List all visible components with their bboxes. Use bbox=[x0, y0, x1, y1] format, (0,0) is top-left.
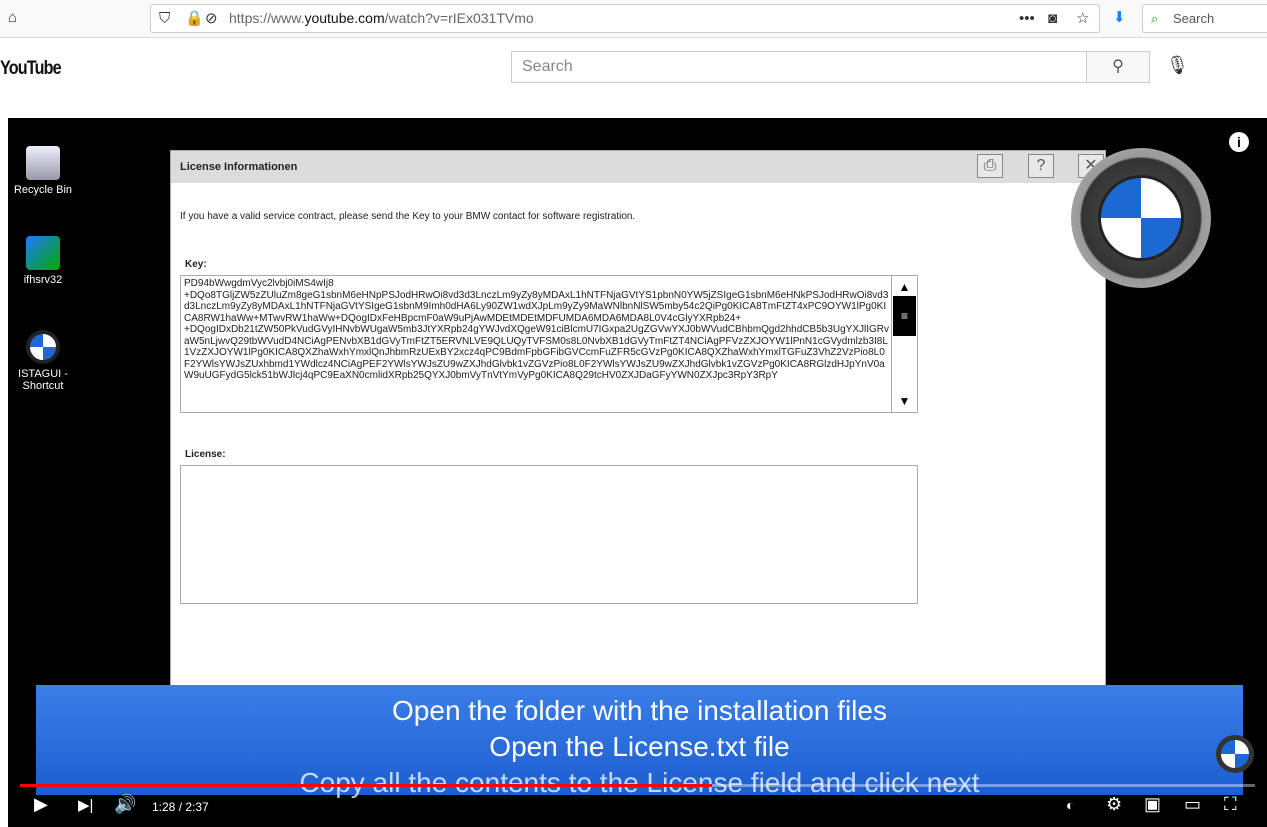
license-dialog: License Informationen ⎙ ? ✕ If you have … bbox=[170, 150, 1106, 690]
print-icon[interactable]: ⎙ bbox=[977, 154, 1003, 178]
icon-label: Recycle Bin bbox=[13, 184, 73, 196]
autoplay-blocked-icon[interactable]: ⊘ bbox=[205, 5, 218, 32]
bmw-corner-logo bbox=[1216, 735, 1254, 773]
theater-mode-icon[interactable]: ▭ bbox=[1184, 794, 1201, 815]
license-textarea[interactable] bbox=[180, 465, 918, 604]
progress-fill bbox=[20, 784, 712, 787]
desktop-icon-ifhsrv32[interactable]: ifhsrv32 bbox=[8, 236, 78, 286]
desktop-icon-istagui[interactable]: ISTAGUI - Shortcut bbox=[8, 330, 78, 392]
bmw-logo-icon bbox=[26, 330, 60, 364]
shield-icon[interactable]: ⛉ bbox=[159, 5, 170, 32]
recycle-bin-icon bbox=[26, 146, 60, 180]
youtube-logo[interactable]: YouTube bbox=[0, 58, 62, 80]
pocket-icon[interactable]: ◙ bbox=[1048, 5, 1057, 32]
scroll-down-icon[interactable]: ▼ bbox=[892, 394, 917, 408]
youtube-search-input[interactable]: Search bbox=[511, 51, 1087, 83]
icon-label: ISTAGUI - Shortcut bbox=[18, 368, 68, 392]
scroll-up-icon[interactable]: ▲ bbox=[892, 280, 917, 294]
play-icon[interactable]: ▶ bbox=[34, 794, 48, 815]
microphone-icon[interactable]: 🎙 bbox=[1166, 55, 1189, 76]
more-icon[interactable]: ••• bbox=[1019, 5, 1035, 32]
settings-gear-icon[interactable]: ⚙ bbox=[1106, 794, 1122, 815]
desktop-icon-recycle-bin[interactable]: Recycle Bin bbox=[8, 146, 78, 196]
volume-icon[interactable]: 🔊 bbox=[114, 794, 136, 815]
home-icon[interactable]: ⌂ bbox=[8, 9, 17, 26]
info-icon[interactable]: i bbox=[1229, 132, 1249, 152]
player-controls: ▶ ▶| 🔊 1:28 / 2:37 ◐ ⚙ ▣ ▭ ⛶ bbox=[8, 794, 1267, 824]
browser-search-input[interactable]: ⌕ Search bbox=[1142, 4, 1267, 33]
subtitle-line: Open the folder with the installation fi… bbox=[392, 695, 887, 726]
help-icon[interactable]: ? bbox=[1028, 154, 1054, 178]
autoplay-toggle[interactable]: ◐ bbox=[1066, 797, 1074, 813]
next-icon[interactable]: ▶| bbox=[78, 796, 93, 814]
instruction-text: If you have a valid service contract, pl… bbox=[180, 211, 636, 222]
browser-toolbar: ⌂ ⛉ 🔒 ⊘ https://www.youtube.com/watch?v=… bbox=[0, 0, 1267, 38]
network-app-icon bbox=[26, 236, 60, 270]
video-player[interactable]: i Recycle Bin ifhsrv32 ISTAGUI - Shortcu… bbox=[8, 118, 1267, 827]
search-placeholder: Search bbox=[1173, 11, 1215, 26]
icon-label: ifhsrv32 bbox=[23, 274, 63, 286]
scroll-thumb[interactable]: ≡ bbox=[893, 296, 916, 336]
subtitle-line: Open the License.txt file bbox=[489, 731, 790, 762]
search-icon: ⚲ bbox=[1112, 58, 1124, 75]
key-text: PD94bWwgdmVyc2lvbj0iMS4wIj8 +DQo8TGljZW5… bbox=[184, 278, 889, 381]
lock-icon[interactable]: 🔒 bbox=[185, 5, 204, 32]
key-label: Key: bbox=[185, 259, 207, 270]
search-icon: ⌕ bbox=[1151, 11, 1159, 26]
miniplayer-icon[interactable]: ▣ bbox=[1144, 794, 1161, 815]
key-textarea[interactable]: PD94bWwgdmVyc2lvbj0iMS4wIj8 +DQo8TGljZW5… bbox=[180, 275, 918, 413]
bmw-watermark-logo bbox=[1071, 148, 1211, 288]
license-label: License: bbox=[185, 449, 226, 460]
url-text: https://www.youtube.com/watch?v=rIEx031T… bbox=[229, 10, 534, 26]
time-display: 1:28 / 2:37 bbox=[152, 800, 209, 814]
dialog-title: License Informationen bbox=[171, 151, 1105, 183]
youtube-search-button[interactable]: ⚲ bbox=[1086, 51, 1150, 83]
subtitle-banner: Open the folder with the installation fi… bbox=[36, 685, 1243, 798]
url-bar[interactable]: ⛉ 🔒 ⊘ https://www.youtube.com/watch?v=rI… bbox=[150, 4, 1100, 33]
bookmark-star-icon[interactable]: ☆ bbox=[1076, 5, 1089, 32]
download-icon[interactable]: ⬇ bbox=[1113, 8, 1126, 26]
key-scrollbar[interactable]: ▲ ≡ ▼ bbox=[891, 276, 917, 412]
progress-bar[interactable] bbox=[20, 784, 1255, 787]
fullscreen-icon[interactable]: ⛶ bbox=[1224, 794, 1237, 815]
